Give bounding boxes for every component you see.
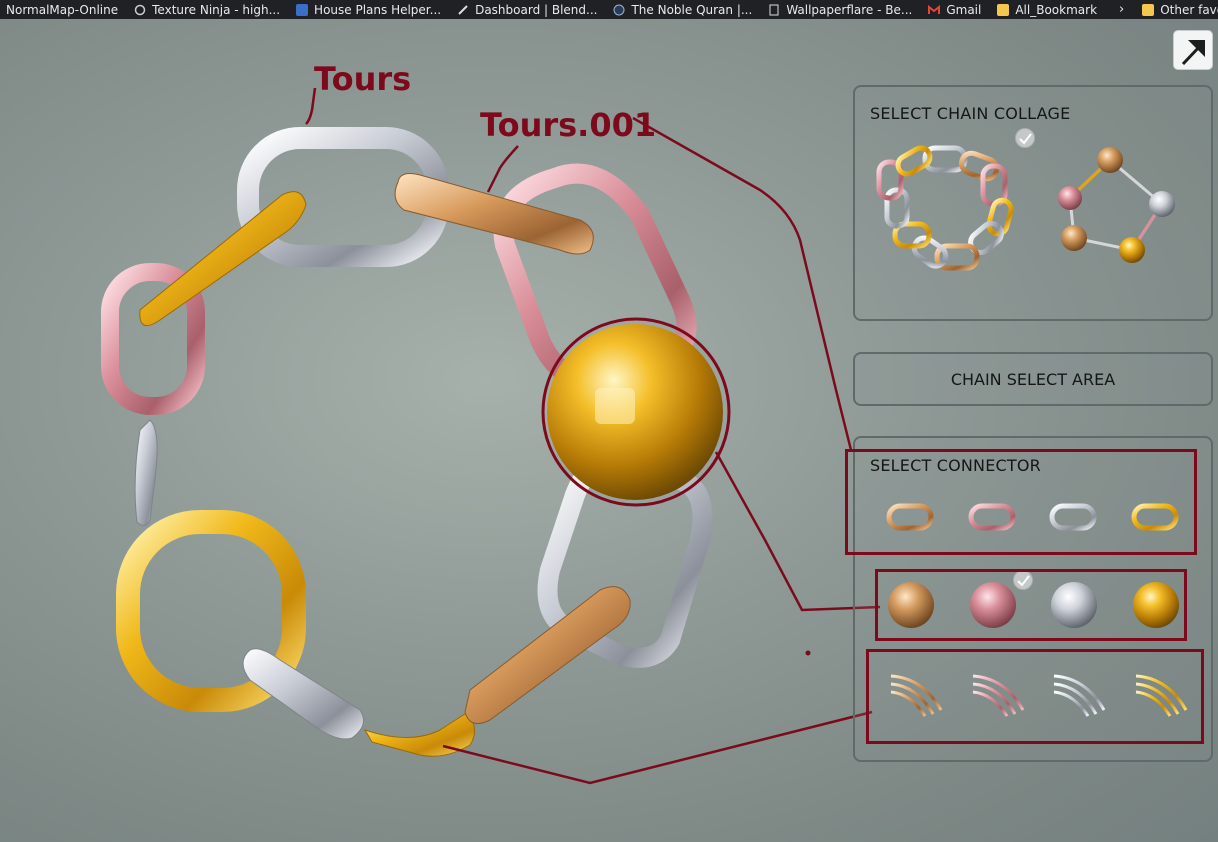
annotation-box-connector-balls xyxy=(875,569,1187,641)
annotation-label-tours001: Tours.001 xyxy=(480,106,657,144)
annotation-box-connector-links xyxy=(845,449,1197,555)
chain-select-area-label: CHAIN SELECT AREA xyxy=(950,369,1116,389)
collage-option-balls[interactable] xyxy=(1050,142,1190,272)
annotation-box-connector-arcs xyxy=(866,649,1204,744)
expand-corner-icon xyxy=(1181,40,1205,66)
chain-gold-ball[interactable] xyxy=(547,324,723,500)
chain-connector-silver-left[interactable] xyxy=(134,419,158,526)
annotation-dot xyxy=(805,650,811,656)
annotation-label-tours: Tours xyxy=(314,60,412,98)
chain-collage-panel: SELECT CHAIN COLLAGE xyxy=(853,85,1213,321)
collage-option-links[interactable] xyxy=(873,142,1023,282)
collage-panel-title: SELECT CHAIN COLLAGE xyxy=(870,104,1071,123)
chain-select-area-button[interactable]: CHAIN SELECT AREA xyxy=(853,352,1213,406)
expand-button[interactable] xyxy=(1173,30,1213,70)
